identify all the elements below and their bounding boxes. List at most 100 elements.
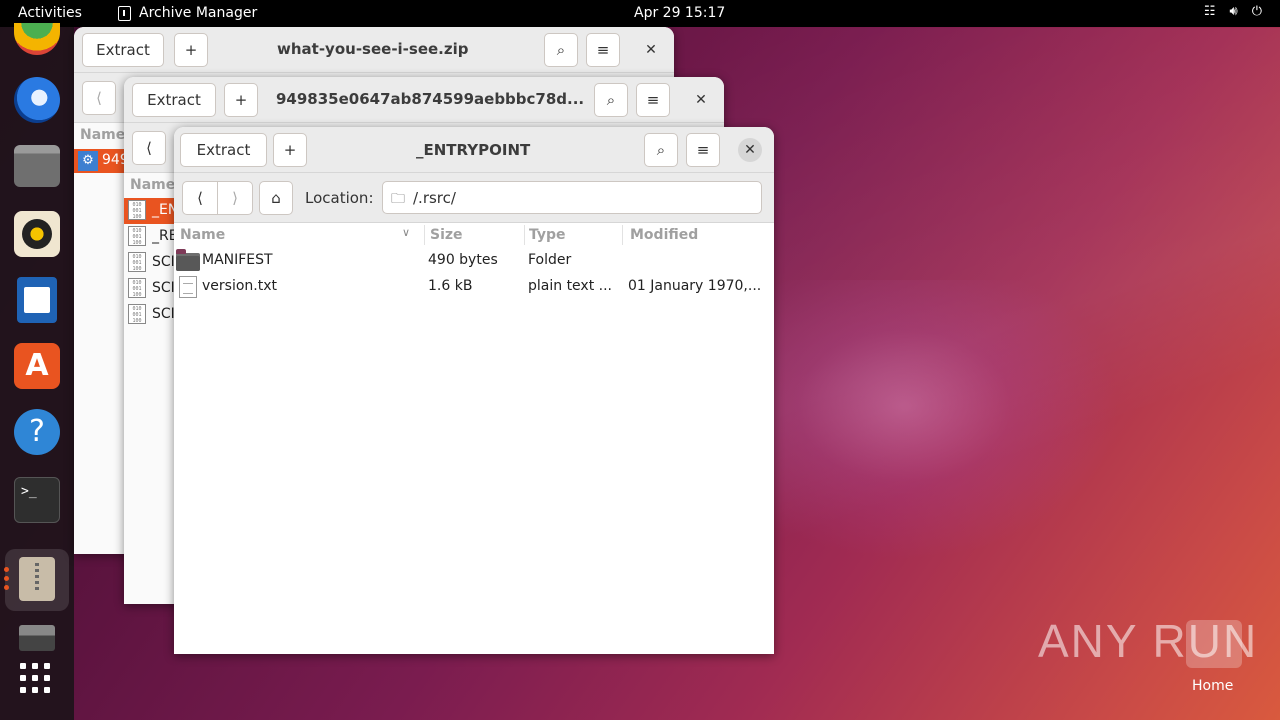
disk-icon[interactable] <box>19 625 55 651</box>
top-bar: Activities Archive Manager Apr 29 15:17 … <box>0 0 1280 27</box>
search-icon: ⌕ <box>556 41 566 59</box>
column-type[interactable]: Type <box>529 223 566 247</box>
search-button[interactable]: ⌕ <box>594 83 628 117</box>
chevron-right-icon: ⟩ <box>232 189 238 207</box>
location-field[interactable]: 🗀︎ /.rsrc/ <box>382 181 762 214</box>
app-center-icon[interactable]: A <box>14 343 60 389</box>
writer-icon[interactable] <box>17 277 57 323</box>
column-name[interactable]: Name <box>180 223 225 247</box>
binary-file-icon: 010 001 100 <box>128 252 146 272</box>
location-value: /.rsrc/ <box>413 189 456 207</box>
system-tray[interactable]: ☷ 🔊︎ ⏻ <box>1204 4 1262 19</box>
network-icon: ☷ <box>1203 4 1216 19</box>
add-files-button[interactable]: + <box>224 83 258 117</box>
binary-file-icon: 010 001 100 <box>128 226 146 246</box>
row-label: SCI <box>152 254 175 270</box>
row-label: SCI <box>152 306 175 322</box>
search-button[interactable]: ⌕ <box>644 133 678 167</box>
back-button[interactable]: ⟨ <box>82 81 116 115</box>
column-size[interactable]: Size <box>430 223 463 247</box>
archive-window-entrypoint: Extract + _ENTRYPOINT ⌕ ≡ ✕ ⟨ ⟩ ⌂ Locati… <box>174 127 774 654</box>
nav-bar: ⟨ ⟩ ⌂ Location: 🗀︎ /.rsrc/ <box>174 173 774 223</box>
archive-manager-icon[interactable] <box>19 557 55 601</box>
window-title: _ENTRYPOINT <box>416 141 531 159</box>
folder-outline-icon: 🗀︎ <box>391 191 405 207</box>
close-button[interactable]: ✕ <box>639 38 663 62</box>
chevron-left-icon: ⟨ <box>146 139 152 157</box>
show-apps-icon[interactable] <box>20 663 54 697</box>
home-folder-icon[interactable] <box>1186 620 1242 668</box>
column-name[interactable]: Name <box>80 123 125 147</box>
add-files-button[interactable]: + <box>174 33 208 67</box>
file-name: MANIFEST <box>202 252 273 268</box>
plus-icon: + <box>184 41 198 59</box>
search-button[interactable]: ⌕ <box>544 33 578 67</box>
plus-icon: + <box>283 141 297 159</box>
search-icon: ⌕ <box>606 91 616 109</box>
menu-button[interactable]: ≡ <box>686 133 720 167</box>
column-modified[interactable]: Modified <box>630 223 698 247</box>
app-name: Archive Manager <box>139 5 258 21</box>
file-name: version.txt <box>202 278 277 294</box>
text-file-icon <box>179 276 197 298</box>
plus-icon: + <box>234 91 248 109</box>
files-icon[interactable] <box>14 145 60 187</box>
terminal-icon[interactable]: >_ <box>14 477 60 523</box>
header-bar: Extract + what-you-see-i-see.zip ⌕ ≡ ✕ <box>74 27 674 73</box>
dock: A ? >_ <box>0 23 74 720</box>
table-row[interactable]: version.txt 1.6 kB plain text ... 01 Jan… <box>174 274 774 300</box>
close-icon: ✕ <box>695 92 707 108</box>
column-divider <box>524 225 525 245</box>
home-button[interactable]: ⌂ <box>259 181 293 215</box>
close-button[interactable]: ✕ <box>689 88 713 112</box>
hamburger-icon: ≡ <box>596 41 610 59</box>
column-name[interactable]: Name <box>130 173 175 197</box>
hamburger-icon: ≡ <box>646 91 660 109</box>
back-button[interactable]: ⟨ <box>132 131 166 165</box>
table-row[interactable]: MANIFEST 490 bytes Folder <box>174 248 774 274</box>
sort-chevron-down-icon[interactable]: ∨ <box>402 226 410 239</box>
chevron-left-icon: ⟨ <box>197 189 203 207</box>
extract-button[interactable]: Extract <box>180 133 267 167</box>
binary-file-icon: 010 001 100 <box>128 304 146 324</box>
app-menu[interactable]: Archive Manager <box>118 5 257 21</box>
running-indicator <box>4 567 9 572</box>
running-indicator <box>4 576 9 581</box>
extract-button[interactable]: Extract <box>82 33 164 67</box>
home-label[interactable]: Home <box>1192 678 1233 694</box>
thunderbird-icon[interactable] <box>14 77 60 123</box>
file-modified: 01 January 1970,... <box>628 278 762 294</box>
chrome-icon[interactable] <box>14 23 60 55</box>
menu-button[interactable]: ≡ <box>586 33 620 67</box>
column-header-row: Name ∨ Size Type Modified <box>174 223 774 247</box>
column-divider <box>622 225 623 245</box>
activities-button[interactable]: Activities <box>18 5 82 21</box>
home-icon: ⌂ <box>271 189 281 207</box>
extract-button[interactable]: Extract <box>132 83 216 117</box>
hamburger-icon: ≡ <box>696 141 710 159</box>
close-button[interactable]: ✕ <box>738 138 762 162</box>
add-files-button[interactable]: + <box>273 133 307 167</box>
rhythmbox-icon[interactable] <box>14 211 60 257</box>
chevron-left-icon: ⟨ <box>96 89 102 107</box>
file-type: plain text ... <box>528 278 612 294</box>
close-icon: ✕ <box>645 42 657 58</box>
binary-file-icon: 010 001 100 <box>128 200 146 220</box>
file-type: Folder <box>528 252 572 268</box>
clock[interactable]: Apr 29 15:17 <box>634 5 725 21</box>
menu-button[interactable]: ≡ <box>636 83 670 117</box>
power-icon: ⏻ <box>1251 4 1262 19</box>
volume-icon: 🔊︎ <box>1229 4 1238 19</box>
row-label: SCI <box>152 280 175 296</box>
forward-button[interactable]: ⟩ <box>217 181 253 215</box>
search-icon: ⌕ <box>656 141 666 159</box>
gear-icon: ⚙ <box>78 151 98 171</box>
header-bar: Extract + _ENTRYPOINT ⌕ ≡ ✕ <box>174 127 774 173</box>
help-icon[interactable]: ? <box>14 409 60 455</box>
folder-icon <box>176 249 200 271</box>
header-bar: Extract + 949835e0647ab874599aebbbc78d..… <box>124 77 724 123</box>
window-title: what-you-see-i-see.zip <box>277 40 469 58</box>
back-button[interactable]: ⟨ <box>182 181 218 215</box>
running-indicator <box>4 585 9 590</box>
wallpaper-glow <box>760 280 1120 560</box>
